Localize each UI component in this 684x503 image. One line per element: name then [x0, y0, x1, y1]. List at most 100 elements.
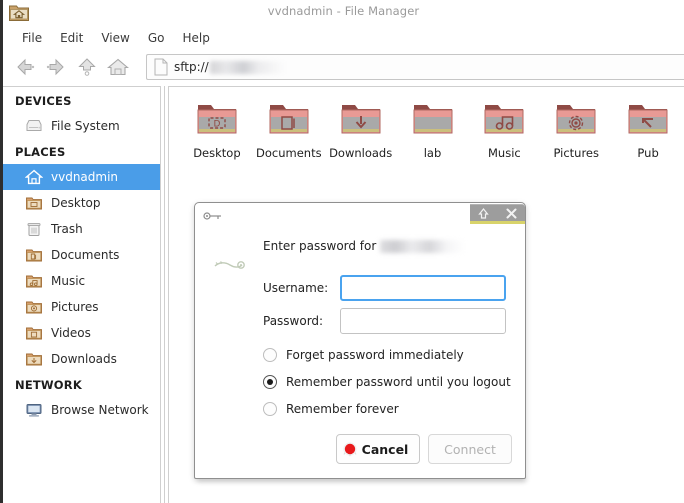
- trash-icon: [25, 220, 43, 238]
- dialog-prompt: Enter password for: [263, 239, 466, 253]
- username-label: Username:: [263, 281, 329, 295]
- sidebar-item-label: Trash: [51, 222, 83, 236]
- svg-text:D: D: [213, 120, 220, 130]
- folder-downloads-icon: [337, 97, 385, 141]
- file-label: lab: [423, 146, 442, 160]
- menu-help[interactable]: Help: [173, 29, 218, 47]
- password-dialog: Enter password for Username: Password: F…: [194, 202, 526, 479]
- sidebar-item-label: Documents: [51, 248, 120, 262]
- sidebar-top-divider: [3, 86, 160, 87]
- sidebar: DEVICES File System PLACES vvdnadmin Des…: [3, 88, 160, 503]
- folder-icon: [409, 97, 457, 141]
- radio-indicator: [263, 402, 277, 416]
- file-item[interactable]: Documents: [253, 97, 325, 160]
- menu-view[interactable]: View: [92, 29, 138, 47]
- sidebar-item-downloads[interactable]: Downloads: [3, 346, 160, 372]
- window-titlebar: vvdnadmin - File Manager: [3, 0, 684, 26]
- sidebar-item-videos[interactable]: Videos: [3, 320, 160, 346]
- file-label: Documents: [256, 146, 322, 160]
- folder-pictures-icon: [552, 97, 600, 141]
- cancel-button-label: Cancel: [361, 441, 409, 457]
- sidebar-item-label: vvdnadmin: [51, 170, 119, 184]
- folder-desktop-icon: D: [193, 97, 241, 141]
- sidebar-item-label: File System: [51, 119, 120, 133]
- forward-button[interactable]: [40, 53, 71, 81]
- file-item[interactable]: Downloads: [325, 97, 397, 160]
- file-label: Downloads: [329, 146, 393, 160]
- sidebar-item-pictures[interactable]: Pictures: [3, 294, 160, 320]
- folder-downloads-icon: [25, 350, 43, 368]
- file-manager-window: vvdnadmin - File Manager File Edit View …: [0, 0, 684, 503]
- file-label: Pub: [637, 146, 659, 160]
- key-icon: [203, 209, 223, 223]
- cancel-button[interactable]: Cancel: [336, 434, 420, 464]
- back-button[interactable]: [9, 53, 40, 81]
- file-item[interactable]: Music: [468, 97, 540, 160]
- sidebar-item-label: Pictures: [51, 300, 99, 314]
- folder-music-icon: [25, 272, 43, 290]
- path-bar[interactable]: sftp://: [146, 54, 684, 80]
- dialog-host-redacted: [380, 239, 466, 253]
- radio-label: Forget password immediately: [286, 348, 464, 362]
- sidebar-item-browse-network[interactable]: Browse Network: [3, 397, 160, 423]
- home-button[interactable]: [102, 53, 133, 81]
- up-button[interactable]: [71, 53, 102, 81]
- sidebar-item-label: Desktop: [51, 196, 101, 210]
- file-item[interactable]: D Desktop: [181, 97, 253, 160]
- file-item[interactable]: lab: [397, 97, 469, 160]
- sidebar-item-label: Downloads: [51, 352, 117, 366]
- pane-splitter-left[interactable]: [160, 86, 161, 503]
- network-monitor-icon: [25, 401, 43, 419]
- dialog-button-row: Cancel Connect: [336, 434, 512, 464]
- sidebar-item-file-system[interactable]: File System: [3, 113, 160, 139]
- home-icon: [25, 168, 43, 186]
- key-icon: [209, 253, 249, 279]
- radio-indicator: [263, 348, 277, 362]
- sidebar-item-trash[interactable]: Trash: [3, 216, 160, 242]
- sidebar-group-places: PLACES: [15, 145, 66, 159]
- sidebar-item-label: Videos: [51, 326, 91, 340]
- folder-documents-icon: [265, 97, 313, 141]
- close-x-icon[interactable]: [502, 205, 520, 221]
- arrow-right-icon: [45, 58, 67, 76]
- file-label: Pictures: [553, 146, 599, 160]
- pane-splitter-mid[interactable]: [164, 86, 165, 503]
- file-item[interactable]: Pictures: [540, 97, 612, 160]
- radio-forget-password[interactable]: Forget password immediately: [263, 348, 464, 362]
- harddisk-icon: [25, 117, 43, 135]
- path-host-redacted: [209, 60, 286, 74]
- sidebar-item-desktop[interactable]: Desktop: [3, 190, 160, 216]
- file-label: Desktop: [193, 146, 241, 160]
- sidebar-item-documents[interactable]: Documents: [3, 242, 160, 268]
- sidebar-item-music[interactable]: Music: [3, 268, 160, 294]
- radio-indicator: [263, 375, 277, 389]
- dialog-prompt-text: Enter password for: [263, 239, 377, 253]
- radio-remember-until-logout[interactable]: Remember password until you logout: [263, 375, 511, 389]
- file-item[interactable]: Pub: [612, 97, 684, 160]
- menubar: File Edit View Go Help: [3, 26, 684, 49]
- connect-button-label: Connect: [444, 441, 496, 457]
- password-label: Password:: [263, 314, 324, 328]
- dialog-window-controls: [470, 204, 525, 224]
- menu-go[interactable]: Go: [139, 29, 174, 47]
- home-icon: [106, 57, 130, 77]
- username-input[interactable]: [340, 275, 506, 301]
- icon-grid: D Desktop Documents Downloads lab Music …: [169, 87, 684, 160]
- sidebar-group-devices: DEVICES: [15, 94, 72, 108]
- folder-pictures-icon: [25, 298, 43, 316]
- folder-desktop-icon: [25, 194, 43, 212]
- menu-edit[interactable]: Edit: [51, 29, 92, 47]
- stop-icon: [342, 441, 358, 457]
- window-title: vvdnadmin - File Manager: [267, 4, 420, 18]
- arrow-left-icon: [14, 58, 36, 76]
- folder-videos-icon: [25, 324, 43, 342]
- sidebar-item-label: Browse Network: [51, 403, 149, 417]
- menu-file[interactable]: File: [13, 29, 51, 47]
- sidebar-item-vvdnadmin[interactable]: vvdnadmin: [3, 164, 160, 190]
- connect-button[interactable]: Connect: [428, 434, 512, 464]
- username-row: Username:: [263, 275, 506, 301]
- restore-up-icon[interactable]: [475, 205, 493, 221]
- password-input[interactable]: [340, 308, 506, 334]
- radio-remember-forever[interactable]: Remember forever: [263, 402, 399, 416]
- folder-public-icon: [624, 97, 672, 141]
